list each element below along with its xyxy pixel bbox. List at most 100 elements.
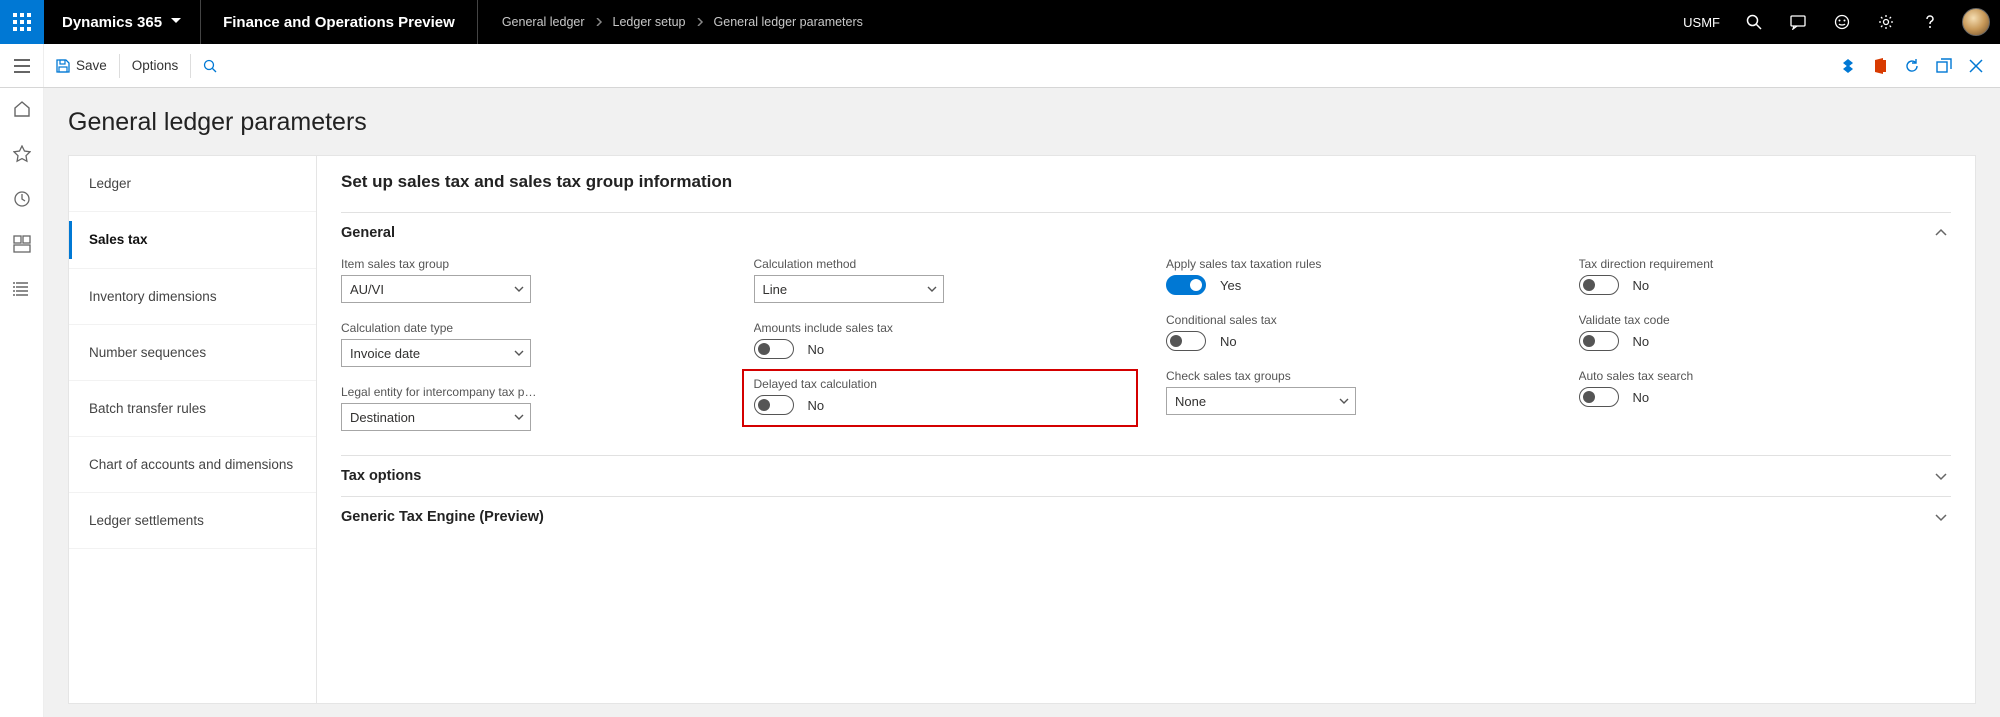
chat-icon xyxy=(1790,14,1806,30)
gear-icon xyxy=(1878,14,1894,30)
field-conditional: Conditional sales tax No xyxy=(1166,313,1539,351)
group-label: Generic Tax Engine (Preview) xyxy=(341,509,544,525)
breadcrumb-item[interactable]: General ledger xyxy=(502,15,585,29)
auto-search-toggle[interactable] xyxy=(1579,387,1619,407)
field-label: Item sales tax group xyxy=(341,257,541,271)
environment-label: Finance and Operations Preview xyxy=(223,14,455,31)
select-value: Invoice date xyxy=(350,346,420,361)
legal-entity-select[interactable]: Destination xyxy=(341,403,531,431)
nav-toggle[interactable] xyxy=(0,44,44,87)
delayed-tax-toggle[interactable] xyxy=(754,395,794,415)
attachments-button[interactable] xyxy=(1872,58,1888,74)
refresh-button[interactable] xyxy=(1904,58,1920,74)
smiley-icon xyxy=(1834,14,1850,30)
group-label: Tax options xyxy=(341,468,421,484)
personalize-button[interactable] xyxy=(1840,58,1856,74)
modules-rail-button[interactable] xyxy=(13,280,31,301)
list-icon xyxy=(13,280,31,298)
select-value: AU/VI xyxy=(350,282,384,297)
sidenav-chart-of-accounts[interactable]: Chart of accounts and dimensions xyxy=(69,437,316,493)
chevron-down-icon xyxy=(514,412,524,422)
field-delayed-tax: Delayed tax calculation No xyxy=(754,377,1127,415)
chevron-down-icon xyxy=(1339,396,1349,406)
popout-button[interactable] xyxy=(1936,58,1952,74)
top-actions: USMF xyxy=(1671,0,2000,44)
close-icon xyxy=(1968,58,1984,74)
group-header-generic-engine[interactable]: Generic Tax Engine (Preview) xyxy=(341,497,1951,537)
sidenav-ledger-settlements[interactable]: Ledger settlements xyxy=(69,493,316,549)
calc-method-select[interactable]: Line xyxy=(754,275,944,303)
save-button[interactable]: Save xyxy=(44,44,119,87)
home-rail-button[interactable] xyxy=(13,100,31,121)
field-check-groups: Check sales tax groups None xyxy=(1166,369,1539,415)
field-label: Calculation method xyxy=(754,257,954,271)
chevron-up-icon xyxy=(1935,227,1947,239)
left-nav-rail xyxy=(0,88,44,717)
hamburger-icon xyxy=(14,59,30,73)
calc-date-type-select[interactable]: Invoice date xyxy=(341,339,531,367)
breadcrumb-item[interactable]: Ledger setup xyxy=(613,15,686,29)
settings-button[interactable] xyxy=(1864,0,1908,44)
breadcrumb-item[interactable]: General ledger parameters xyxy=(714,15,863,29)
environment-label-block[interactable]: Finance and Operations Preview xyxy=(201,0,477,44)
chevron-right-icon xyxy=(696,18,704,26)
group-header-tax-options[interactable]: Tax options xyxy=(341,456,1951,496)
field-tax-dir-req: Tax direction requirement No xyxy=(1579,257,1952,295)
sidenav-ledger[interactable]: Ledger xyxy=(69,156,316,212)
sidenav-inventory-dimensions[interactable]: Inventory dimensions xyxy=(69,269,316,325)
field-validate-tax: Validate tax code No xyxy=(1579,313,1952,351)
toggle-value: No xyxy=(1633,278,1650,293)
save-icon xyxy=(56,59,70,73)
ribbon-left: Save Options xyxy=(44,44,229,87)
toggle-value: Yes xyxy=(1220,278,1241,293)
check-groups-select[interactable]: None xyxy=(1166,387,1356,415)
company-picker[interactable]: USMF xyxy=(1671,15,1732,30)
chevron-down-icon xyxy=(514,348,524,358)
chevron-down-icon xyxy=(927,284,937,294)
options-button[interactable]: Options xyxy=(120,44,191,87)
messages-button[interactable] xyxy=(1776,0,1820,44)
favorites-rail-button[interactable] xyxy=(13,145,31,166)
validate-tax-toggle[interactable] xyxy=(1579,331,1619,351)
avatar[interactable] xyxy=(1962,8,1990,36)
amounts-include-toggle[interactable] xyxy=(754,339,794,359)
tax-dir-req-toggle[interactable] xyxy=(1579,275,1619,295)
form-content: Set up sales tax and sales tax group inf… xyxy=(317,156,1975,703)
group-general: General Item sales tax group AU/VI xyxy=(341,212,1951,455)
field-label: Tax direction requirement xyxy=(1579,257,1779,271)
chevron-down-icon xyxy=(1935,511,1947,523)
global-top-bar: Dynamics 365 Finance and Operations Prev… xyxy=(0,0,2000,44)
field-label: Delayed tax calculation xyxy=(754,377,954,391)
action-ribbon: Save Options xyxy=(0,44,2000,88)
brand-dropdown[interactable]: Dynamics 365 xyxy=(44,0,200,44)
group-header-general[interactable]: General xyxy=(341,213,1951,253)
select-value: None xyxy=(1175,394,1206,409)
item-sales-tax-group-select[interactable]: AU/VI xyxy=(341,275,531,303)
field-legal-entity: Legal entity for intercompany tax post..… xyxy=(341,385,714,431)
workspace: General ledger parameters Ledger Sales t… xyxy=(44,88,2000,717)
help-button[interactable] xyxy=(1908,0,1952,44)
recent-rail-button[interactable] xyxy=(13,190,31,211)
sidenav-sales-tax[interactable]: Sales tax xyxy=(69,212,316,269)
home-icon xyxy=(13,100,31,118)
sidenav-batch-transfer[interactable]: Batch transfer rules xyxy=(69,381,316,437)
apply-rules-toggle[interactable] xyxy=(1166,275,1206,295)
toggle-value: No xyxy=(1220,334,1237,349)
highlight-delayed-tax: Delayed tax calculation No xyxy=(742,369,1139,427)
field-calc-method: Calculation method Line xyxy=(754,257,1127,303)
field-label: Legal entity for intercompany tax post..… xyxy=(341,385,541,399)
workspaces-rail-button[interactable] xyxy=(13,235,31,256)
close-button[interactable] xyxy=(1968,58,1984,74)
conditional-toggle[interactable] xyxy=(1166,331,1206,351)
chevron-down-icon xyxy=(1935,470,1947,482)
search-button[interactable] xyxy=(1732,0,1776,44)
search-icon xyxy=(203,59,217,73)
ribbon-right xyxy=(1840,44,2000,87)
sidenav-number-sequences[interactable]: Number sequences xyxy=(69,325,316,381)
app-launcher[interactable] xyxy=(0,0,44,44)
feedback-button[interactable] xyxy=(1820,0,1864,44)
ribbon-search[interactable] xyxy=(191,44,229,87)
breadcrumb: General ledger Ledger setup General ledg… xyxy=(478,0,887,44)
help-icon xyxy=(1922,14,1938,30)
chevron-right-icon xyxy=(595,18,603,26)
